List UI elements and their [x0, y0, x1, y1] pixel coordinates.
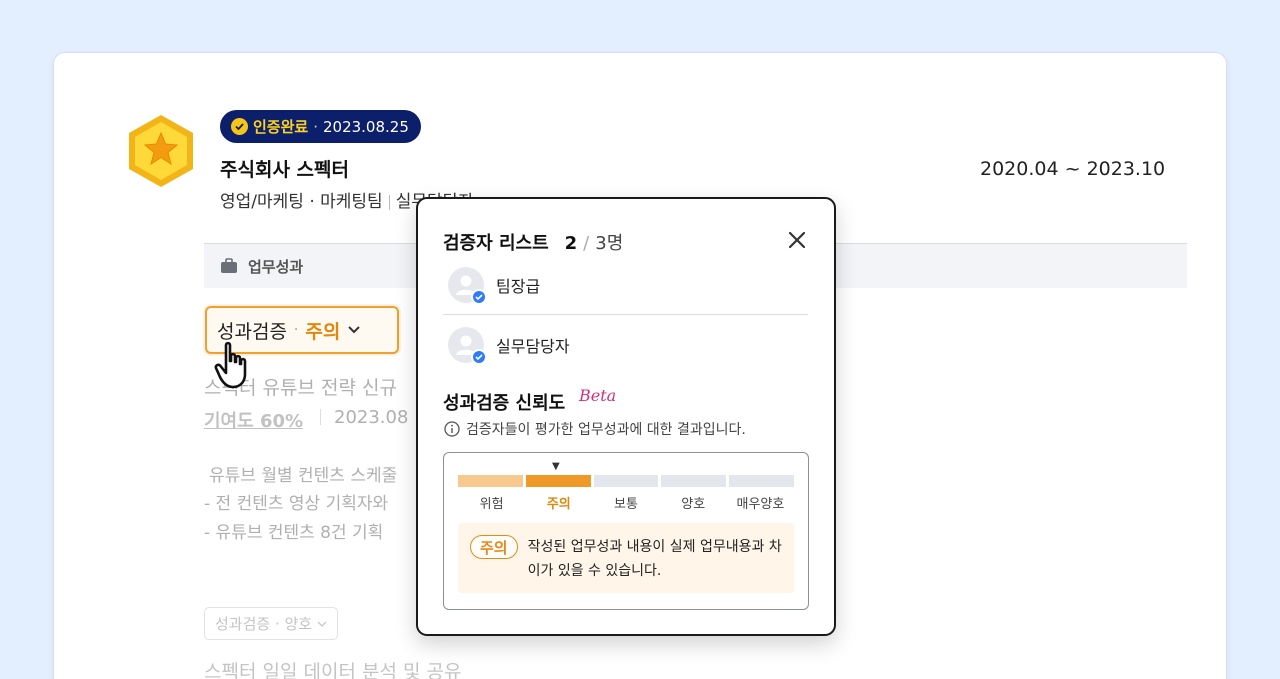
- scale-segment: [661, 475, 727, 487]
- verified-check-icon: [471, 289, 487, 305]
- verifier-total: 3명: [595, 233, 624, 254]
- verifier-popup: 검증자 리스트 2 / 3명 팀장급 실무담당자 성과검증 신뢰도 Beta 검…: [416, 197, 836, 636]
- divider: [320, 409, 321, 425]
- achievement-title-2[interactable]: 스펙터 일일 데이터 분석 및 공유: [204, 657, 461, 679]
- popup-title-row: 검증자 리스트 2 / 3명: [443, 229, 623, 255]
- contribution-link[interactable]: 기여도 60%: [204, 407, 303, 433]
- divider: [388, 194, 390, 210]
- popup-title: 검증자 리스트: [443, 233, 549, 254]
- scale-label: 주의: [546, 497, 571, 512]
- hand-pointer-icon: [214, 341, 247, 389]
- verify-chip2-label: 성과검증 · 양호: [215, 615, 313, 633]
- scale-segment: [593, 475, 659, 487]
- chevron-down-icon: [317, 620, 327, 627]
- avatar: [448, 267, 487, 305]
- verify-level: 주의: [305, 320, 341, 343]
- verifier-label: 팀장급: [496, 277, 541, 296]
- check-circle-icon: [231, 118, 248, 135]
- close-icon[interactable]: [784, 227, 810, 253]
- verify-label: 성과검증: [217, 320, 287, 343]
- scale-bars: [458, 475, 794, 487]
- scale-labels: 위험 주의 보통 양호 매우양호: [458, 493, 794, 512]
- scale-segment: [525, 475, 591, 487]
- reliability-description: 검증자들이 평가한 업무성과에 대한 결과입니다.: [444, 419, 746, 439]
- description-text: 검증자들이 평가한 업무성과에 대한 결과입니다.: [466, 422, 746, 438]
- pointer-triangle-icon: ▼: [552, 461, 560, 472]
- achievement-line: - 유튜브 컨텐츠 8건 기획: [204, 523, 384, 543]
- verify-separator: ·: [293, 322, 299, 338]
- verifier-count: 2: [564, 233, 578, 254]
- scale-segment: [729, 475, 794, 487]
- scale-label: 양호: [681, 497, 706, 512]
- verifier-label: 실무담당자: [496, 337, 570, 356]
- employment-period: 2020.04 ~ 2023.10: [980, 158, 1166, 180]
- avatar: [448, 327, 487, 365]
- chevron-down-icon: [348, 326, 361, 334]
- note-level-chip: 주의: [470, 535, 518, 559]
- cert-separator: ·: [313, 117, 318, 136]
- achievement-date: 2023.08: [334, 407, 409, 428]
- company-name: 주식회사 스펙터: [220, 159, 349, 181]
- scale-segment: [458, 475, 523, 487]
- certification-badge: 인증완료 · 2023.08.25: [220, 110, 421, 143]
- dept-text: 영업/마케팅 · 마케팅팀: [220, 192, 383, 212]
- scale-label: 매우양호: [736, 497, 785, 512]
- reliability-scale: ▼ 위험 주의 보통 양호 매우양호 주의 작성된 업무성과 내용이 실제 업무내용과 …: [443, 452, 809, 610]
- warning-note: 주의 작성된 업무성과 내용이 실제 업무내용과 차이가 있을 수 있습니다.: [458, 523, 794, 593]
- count-slash: /: [583, 233, 590, 254]
- divider: [443, 314, 808, 315]
- briefcase-icon: [221, 258, 237, 273]
- reliability-title: 성과검증 신뢰도: [443, 393, 566, 414]
- scale-label: 위험: [479, 497, 504, 512]
- star-medal-icon: [129, 115, 193, 187]
- cert-label: 인증완료: [253, 118, 309, 136]
- cert-date: 2023.08.25: [322, 117, 409, 136]
- verifier-item: 팀장급: [448, 264, 540, 306]
- verification-dropdown-2[interactable]: 성과검증 · 양호: [204, 607, 339, 640]
- scale-label: 보통: [614, 497, 638, 512]
- beta-label: Beta: [579, 386, 617, 405]
- verified-check-icon: [471, 349, 487, 365]
- info-icon: [444, 421, 460, 437]
- section-title: 업무성과: [248, 257, 304, 276]
- note-text: 작성된 업무성과 내용이 실제 업무내용과 차이가 있을 수 있습니다.: [527, 539, 782, 579]
- achievement-line: 유튜브 월별 컨텐츠 스케줄: [209, 466, 398, 486]
- achievement-line: - 전 컨텐츠 영상 기획자와: [204, 494, 389, 514]
- verifier-item: 실무담당자: [448, 324, 570, 366]
